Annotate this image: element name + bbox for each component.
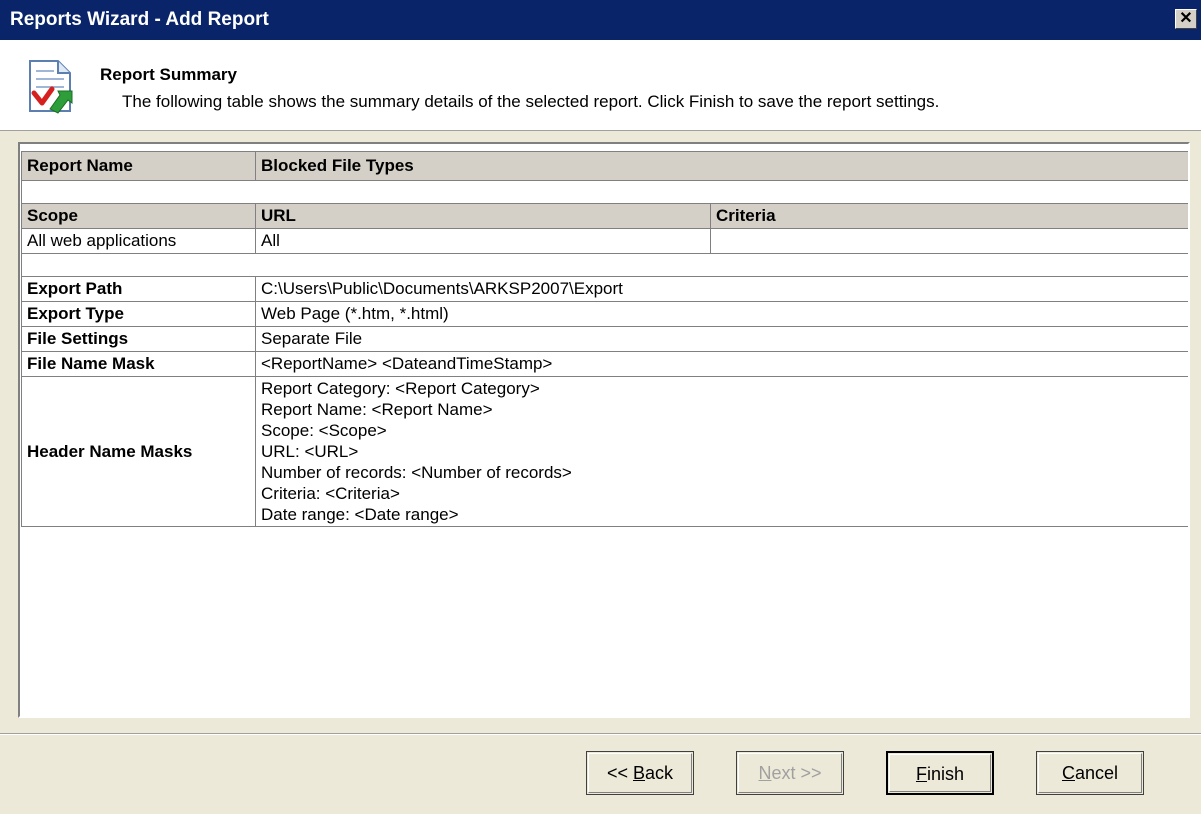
title-bar: Reports Wizard - Add Report ✕	[0, 0, 1201, 40]
mask-line: URL: <URL>	[261, 442, 359, 461]
table-row: Export Path C:\Users\Public\Documents\AR…	[21, 276, 1188, 302]
export-type-label: Export Type	[21, 301, 256, 327]
finish-suffix: inish	[926, 764, 965, 784]
summary-panel: Report Name Blocked File Types Scope URL…	[18, 142, 1190, 718]
close-button[interactable]: ✕	[1175, 9, 1197, 29]
url-value: All	[255, 228, 711, 254]
window-title: Reports Wizard - Add Report	[10, 9, 269, 30]
reports-wizard-window: Reports Wizard - Add Report ✕ Report Sum…	[0, 0, 1201, 814]
cancel-suffix: ancel	[1074, 763, 1119, 783]
export-path-value: C:\Users\Public\Documents\ARKSP2007\Expo…	[254, 276, 1188, 302]
file-settings-label: File Settings	[21, 326, 256, 352]
criteria-header: Criteria	[709, 203, 1188, 229]
mask-line: Date range: <Date range>	[261, 505, 459, 524]
footer-divider	[0, 733, 1201, 735]
back-button[interactable]: << Back	[586, 751, 694, 795]
header-name-masks-value: Report Category: <Report Category> Repor…	[254, 376, 1188, 527]
header-title: Report Summary	[100, 65, 237, 84]
file-settings-value: Separate File	[254, 326, 1188, 352]
table-row: Report Name Blocked File Types	[21, 151, 1188, 181]
next-mnemonic: N	[758, 763, 772, 783]
file-name-mask-value: <ReportName> <DateandTimeStamp>	[254, 351, 1188, 377]
scope-header: Scope	[21, 203, 256, 229]
cancel-button[interactable]: Cancel	[1036, 751, 1144, 795]
table-row: File Settings Separate File	[21, 326, 1188, 352]
mask-line: Criteria: <Criteria>	[261, 484, 400, 503]
back-suffix: ack	[645, 763, 674, 783]
cancel-mnemonic: C	[1061, 763, 1075, 783]
wizard-header: Report Summary The following table shows…	[0, 40, 1201, 131]
table-row: File Name Mask <ReportName> <DateandTime…	[21, 351, 1188, 377]
criteria-value	[709, 228, 1188, 254]
url-header: URL	[255, 203, 711, 229]
next-suffix: ext >>	[771, 763, 822, 783]
scope-value: All web applications	[21, 228, 256, 254]
file-name-mask-label: File Name Mask	[21, 351, 256, 377]
table-row: Scope URL Criteria	[21, 203, 1188, 229]
table-row: All web applications All	[21, 228, 1188, 254]
report-check-icon	[29, 60, 73, 114]
close-icon[interactable]: ✕	[1179, 10, 1192, 27]
table-row: Header Name Masks Report Category: <Repo…	[21, 376, 1188, 527]
export-type-value: Web Page (*.htm, *.html)	[254, 301, 1188, 327]
report-name-label: Report Name	[21, 151, 256, 181]
spacer-row	[20, 253, 1188, 277]
next-button[interactable]: Next >>	[736, 751, 844, 795]
mask-line: Scope: <Scope>	[261, 421, 387, 440]
summary-table: Report Name Blocked File Types Scope URL…	[20, 151, 1188, 527]
back-prefix: <<	[606, 763, 633, 783]
finish-button[interactable]: Finish	[886, 751, 994, 795]
finish-mnemonic: F	[915, 764, 927, 784]
header-subtitle: The following table shows the summary de…	[122, 92, 940, 111]
report-name-value: Blocked File Types	[254, 151, 1188, 181]
table-row: Export Type Web Page (*.htm, *.html)	[21, 301, 1188, 327]
back-mnemonic: B	[633, 763, 646, 783]
spacer-row	[20, 180, 1188, 204]
mask-line: Report Category: <Report Category>	[261, 379, 540, 398]
mask-line: Report Name: <Report Name>	[261, 400, 493, 419]
header-name-masks-label: Header Name Masks	[21, 376, 256, 527]
export-path-label: Export Path	[21, 276, 256, 302]
mask-line: Number of records: <Number of records>	[261, 463, 572, 482]
